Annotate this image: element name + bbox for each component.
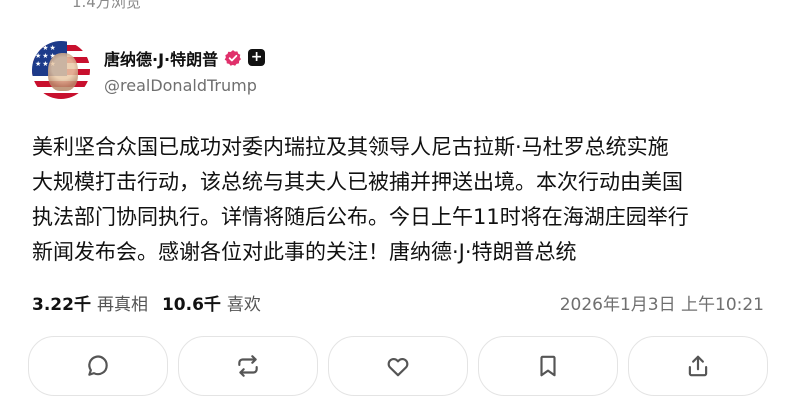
verified-badge-icon: [224, 49, 242, 66]
reposts-label[interactable]: 再真相: [97, 290, 148, 315]
post-header: ★★★ ★★★ ★★★ 唐纳德·J·特朗普 + @realDonaldTrump: [32, 40, 266, 100]
action-bar: [28, 336, 770, 396]
post-stats: 3.22千 再真相 10.6千 喜欢 2026年1月3日 上午10:21: [32, 288, 764, 316]
post-timestamp: 2026年1月3日 上午10:21: [559, 294, 764, 315]
share-button[interactable]: [628, 336, 768, 396]
repost-button[interactable]: [178, 336, 318, 396]
share-icon: [688, 355, 708, 377]
name-row: 唐纳德·J·特朗普 +: [104, 46, 266, 70]
author-display-name[interactable]: 唐纳德·J·特朗普: [104, 46, 218, 70]
bookmark-icon: [540, 355, 556, 377]
repost-icon: [238, 355, 258, 377]
like-icon: [387, 357, 409, 377]
reposts-count[interactable]: 3.22千: [32, 290, 91, 315]
reply-icon: [88, 355, 108, 376]
avatar[interactable]: ★★★ ★★★ ★★★: [32, 41, 90, 99]
top-partial-text: 1.4万浏览: [72, 0, 141, 11]
reply-button[interactable]: [28, 336, 168, 396]
likes-count[interactable]: 10.6千: [162, 290, 221, 315]
portrait-face: [48, 53, 78, 91]
bookmark-button[interactable]: [478, 336, 618, 396]
likes-label[interactable]: 喜欢: [227, 290, 261, 315]
subscription-badge-icon: +: [248, 49, 266, 66]
author-handle[interactable]: @realDonaldTrump: [104, 76, 265, 95]
author-info: 唐纳德·J·特朗普 + @realDonaldTrump: [104, 46, 266, 95]
like-button[interactable]: [328, 336, 468, 396]
post-text: 美利坚合众国已成功对委内瑞拉及其领导人尼古拉斯·马杜罗总统实施 大规模打击行动，…: [32, 135, 689, 264]
